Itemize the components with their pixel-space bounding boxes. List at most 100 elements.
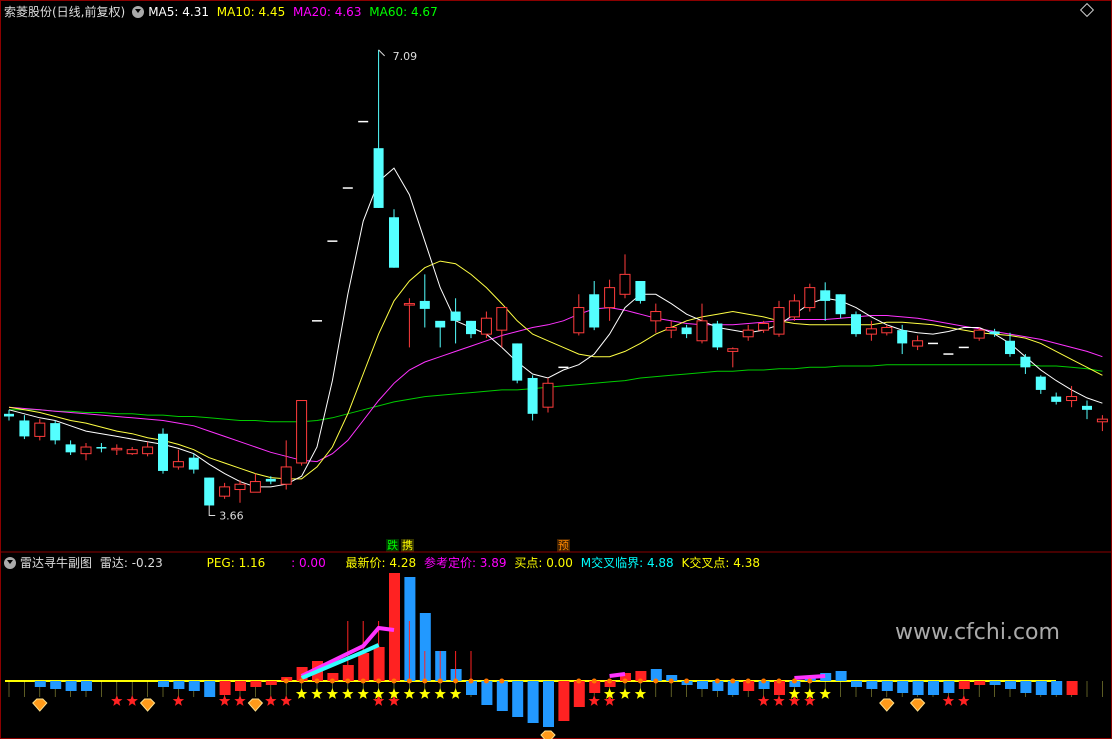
histogram-bar [496, 681, 508, 711]
signal-dot [591, 678, 597, 684]
histogram-bar [974, 681, 986, 685]
histogram-bar [558, 681, 570, 721]
star-icon [819, 688, 831, 699]
signal-dot [576, 678, 582, 684]
signal-dot [391, 678, 397, 684]
candle-up [973, 329, 985, 339]
star-icon [218, 695, 231, 706]
star-icon [372, 695, 385, 706]
star-icon [295, 688, 308, 699]
signal-dot [283, 678, 289, 684]
signal-dot [807, 678, 813, 684]
histogram-bar [928, 681, 939, 695]
histogram-bar [543, 681, 554, 727]
candle-down [527, 377, 538, 414]
signal-dot [622, 678, 628, 684]
candle-down [188, 457, 199, 470]
diamond-icon [909, 698, 926, 712]
histogram-bar [81, 681, 92, 691]
candle-up [1096, 418, 1108, 423]
star-icon [172, 695, 185, 706]
ma20-line [8, 307, 1103, 463]
histogram-bar [912, 681, 924, 695]
histogram-bar [835, 671, 847, 681]
signal-dot [483, 678, 489, 684]
histogram-bar [481, 681, 493, 705]
diamond-icon [32, 698, 48, 712]
signal-dot [437, 678, 443, 684]
candle-up [280, 466, 292, 485]
candle-down [373, 148, 384, 208]
candle-up [172, 461, 184, 468]
star-icon [326, 688, 339, 699]
histogram-bar [188, 681, 200, 691]
signal-dot [730, 678, 736, 684]
candle-up [573, 307, 585, 334]
candle-down [435, 320, 446, 328]
signal-dot [637, 678, 643, 684]
candle-down [4, 413, 14, 417]
candle-down [204, 477, 215, 506]
star-icon [449, 688, 462, 699]
star-icon [619, 688, 631, 699]
histogram-bar [1066, 681, 1078, 695]
star-icon [234, 695, 246, 706]
candle-down [1020, 356, 1031, 368]
candle-up [912, 340, 924, 347]
signal-dot [745, 678, 751, 684]
candle-down [851, 314, 861, 335]
candle-down [265, 478, 276, 482]
histogram-bar [527, 681, 539, 723]
candle-up [296, 400, 308, 464]
star-icon [804, 695, 816, 706]
watermark: www.cfchi.com [895, 620, 1060, 645]
candle-down [450, 311, 461, 321]
candle-down [989, 331, 1000, 335]
candle-up [496, 307, 508, 331]
candle-down [712, 323, 723, 348]
candle-down [897, 330, 908, 344]
histogram-bar [50, 681, 62, 689]
histogram-bar [989, 681, 1001, 685]
candle-up [696, 320, 708, 342]
histogram-bar [250, 681, 262, 687]
candle-up [480, 317, 492, 335]
star-icon [419, 688, 431, 699]
candle-up [249, 481, 261, 493]
candle-up [804, 287, 816, 309]
signal-dot [499, 678, 505, 684]
signal-dot [714, 678, 720, 684]
candle-up [604, 287, 616, 309]
candle-down [158, 433, 168, 471]
diamond-icon [540, 730, 556, 739]
candle-down [1082, 405, 1092, 410]
star-icon [773, 695, 785, 706]
candle-down [835, 294, 846, 315]
signal-dot [406, 678, 412, 684]
diamond-icon [247, 698, 264, 712]
signal-dot [761, 678, 767, 684]
star-icon [342, 688, 354, 699]
high-marker [378, 49, 385, 57]
histogram-bar [1035, 681, 1047, 695]
candle-down [1005, 340, 1015, 355]
candle-up [142, 446, 154, 455]
histogram-bar [1005, 681, 1016, 689]
star-icon [111, 695, 123, 706]
histogram-bar [1051, 681, 1063, 695]
candle-up [742, 329, 754, 338]
candle-up [219, 486, 231, 497]
histogram-bar [204, 681, 216, 697]
diamond-icon [139, 698, 156, 712]
candle-down [19, 420, 30, 437]
ma5-line [8, 167, 1103, 488]
star-icon [757, 695, 770, 706]
candle-up [234, 483, 246, 491]
histogram-bar [851, 681, 862, 687]
histogram-bar [573, 681, 585, 707]
star-icon [357, 688, 369, 699]
candle-up [34, 422, 46, 437]
signal-dot [653, 678, 659, 684]
signal-dot [607, 678, 613, 684]
ma60-line [9, 364, 1103, 423]
